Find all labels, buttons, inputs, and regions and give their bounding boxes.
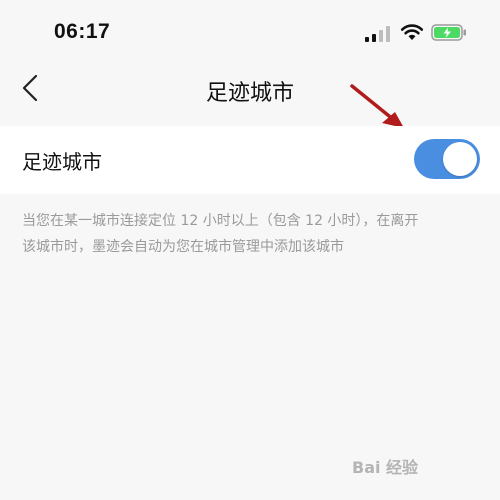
- status-time: 06:17: [54, 20, 111, 43]
- description-line-1: 当您在某一城市连接定位 12 小时以上（包含 12 小时），在离开: [22, 213, 419, 229]
- baidu-watermark: Bai 经验: [352, 458, 419, 477]
- footprint-city-toggle[interactable]: [414, 139, 480, 179]
- description-line-2: 该城市时，墨迹会自动为您在城市管理中添加该城市: [22, 239, 344, 255]
- toggle-knob: [443, 142, 477, 176]
- battery-charging-icon: [431, 24, 466, 41]
- footprint-city-description: 当您在某一城市连接定位 12 小时以上（包含 12 小时），在离开 该城市时，墨…: [22, 208, 492, 260]
- footprint-city-row: 足迹城市: [0, 126, 500, 194]
- wifi-icon: [400, 24, 424, 40]
- footprint-city-label: 足迹城市: [22, 150, 102, 174]
- cellular-signal-icon: [365, 26, 390, 42]
- status-bar: 06:17: [0, 0, 500, 62]
- nav-bar: 足迹城市: [0, 62, 500, 114]
- page-title: 足迹城市: [205, 81, 294, 106]
